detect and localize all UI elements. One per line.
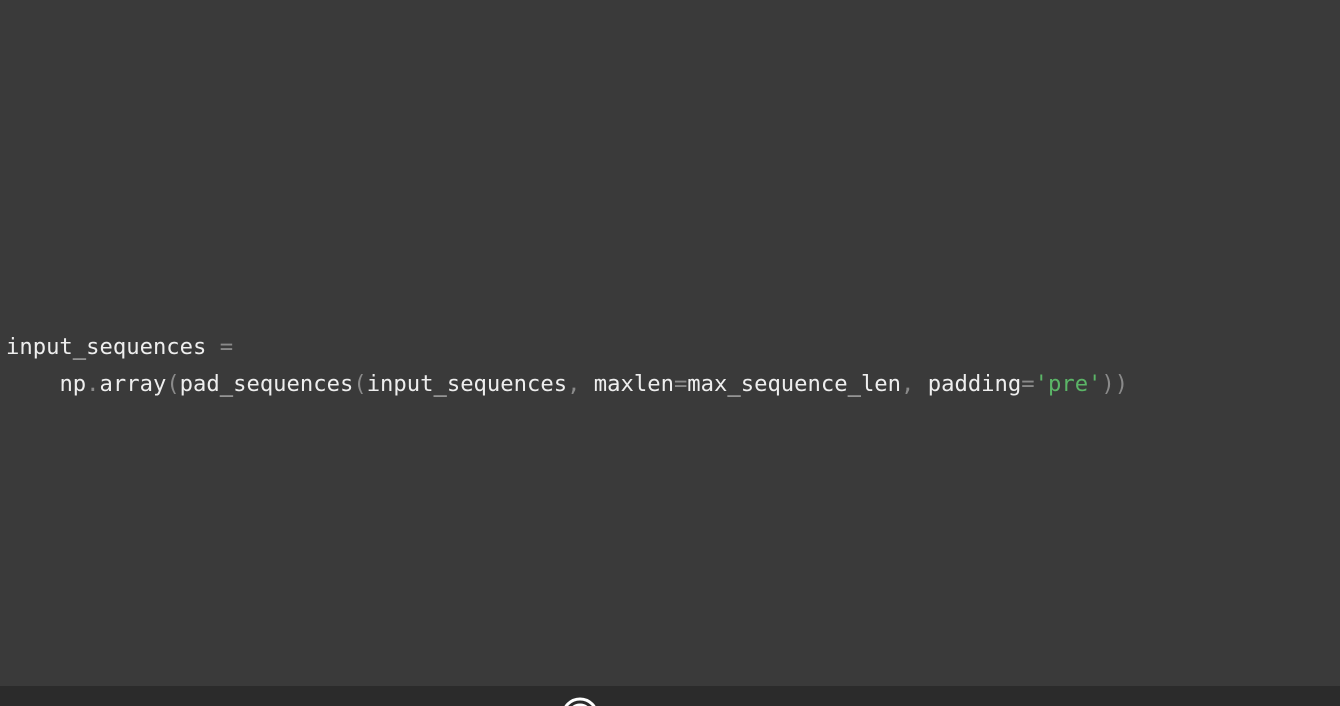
- footer-bar: [0, 686, 1340, 706]
- code-line: np.array(pad_sequences(input_sequences, …: [6, 366, 1128, 403]
- code-token-punc: )): [1101, 371, 1129, 397]
- code-token-op: =: [1021, 371, 1035, 397]
- code-token-id: maxlen: [593, 371, 674, 397]
- code-token-id: input_sequences: [6, 334, 207, 360]
- code-token-id: input_sequences: [366, 371, 568, 397]
- code-token-punc: ,: [567, 371, 594, 397]
- code-token-id: padding: [927, 371, 1022, 397]
- code-token-id: pad_sequences: [179, 371, 354, 397]
- code-token-punc: (: [353, 371, 367, 397]
- code-token-id: np: [59, 371, 87, 397]
- code-token-id: array: [99, 371, 167, 397]
- code-line: input_sequences =: [6, 329, 1128, 366]
- code-token-op: =: [673, 371, 688, 397]
- code-token-id: [206, 334, 219, 360]
- code-token-punc: ,: [901, 371, 928, 397]
- tensorflow-logo-icon: [564, 697, 596, 706]
- code-token-punc: .: [86, 371, 100, 397]
- code-token-str: 'pre': [1034, 371, 1102, 397]
- code-token-id: max_sequence_len: [687, 371, 902, 397]
- code-token-id: [6, 371, 59, 397]
- code-token-op: =: [219, 334, 234, 360]
- slide-area: input_sequences = np.array(pad_sequences…: [0, 0, 1340, 686]
- code-token-punc: (: [166, 371, 180, 397]
- code-block: input_sequences = np.array(pad_sequences…: [6, 329, 1128, 403]
